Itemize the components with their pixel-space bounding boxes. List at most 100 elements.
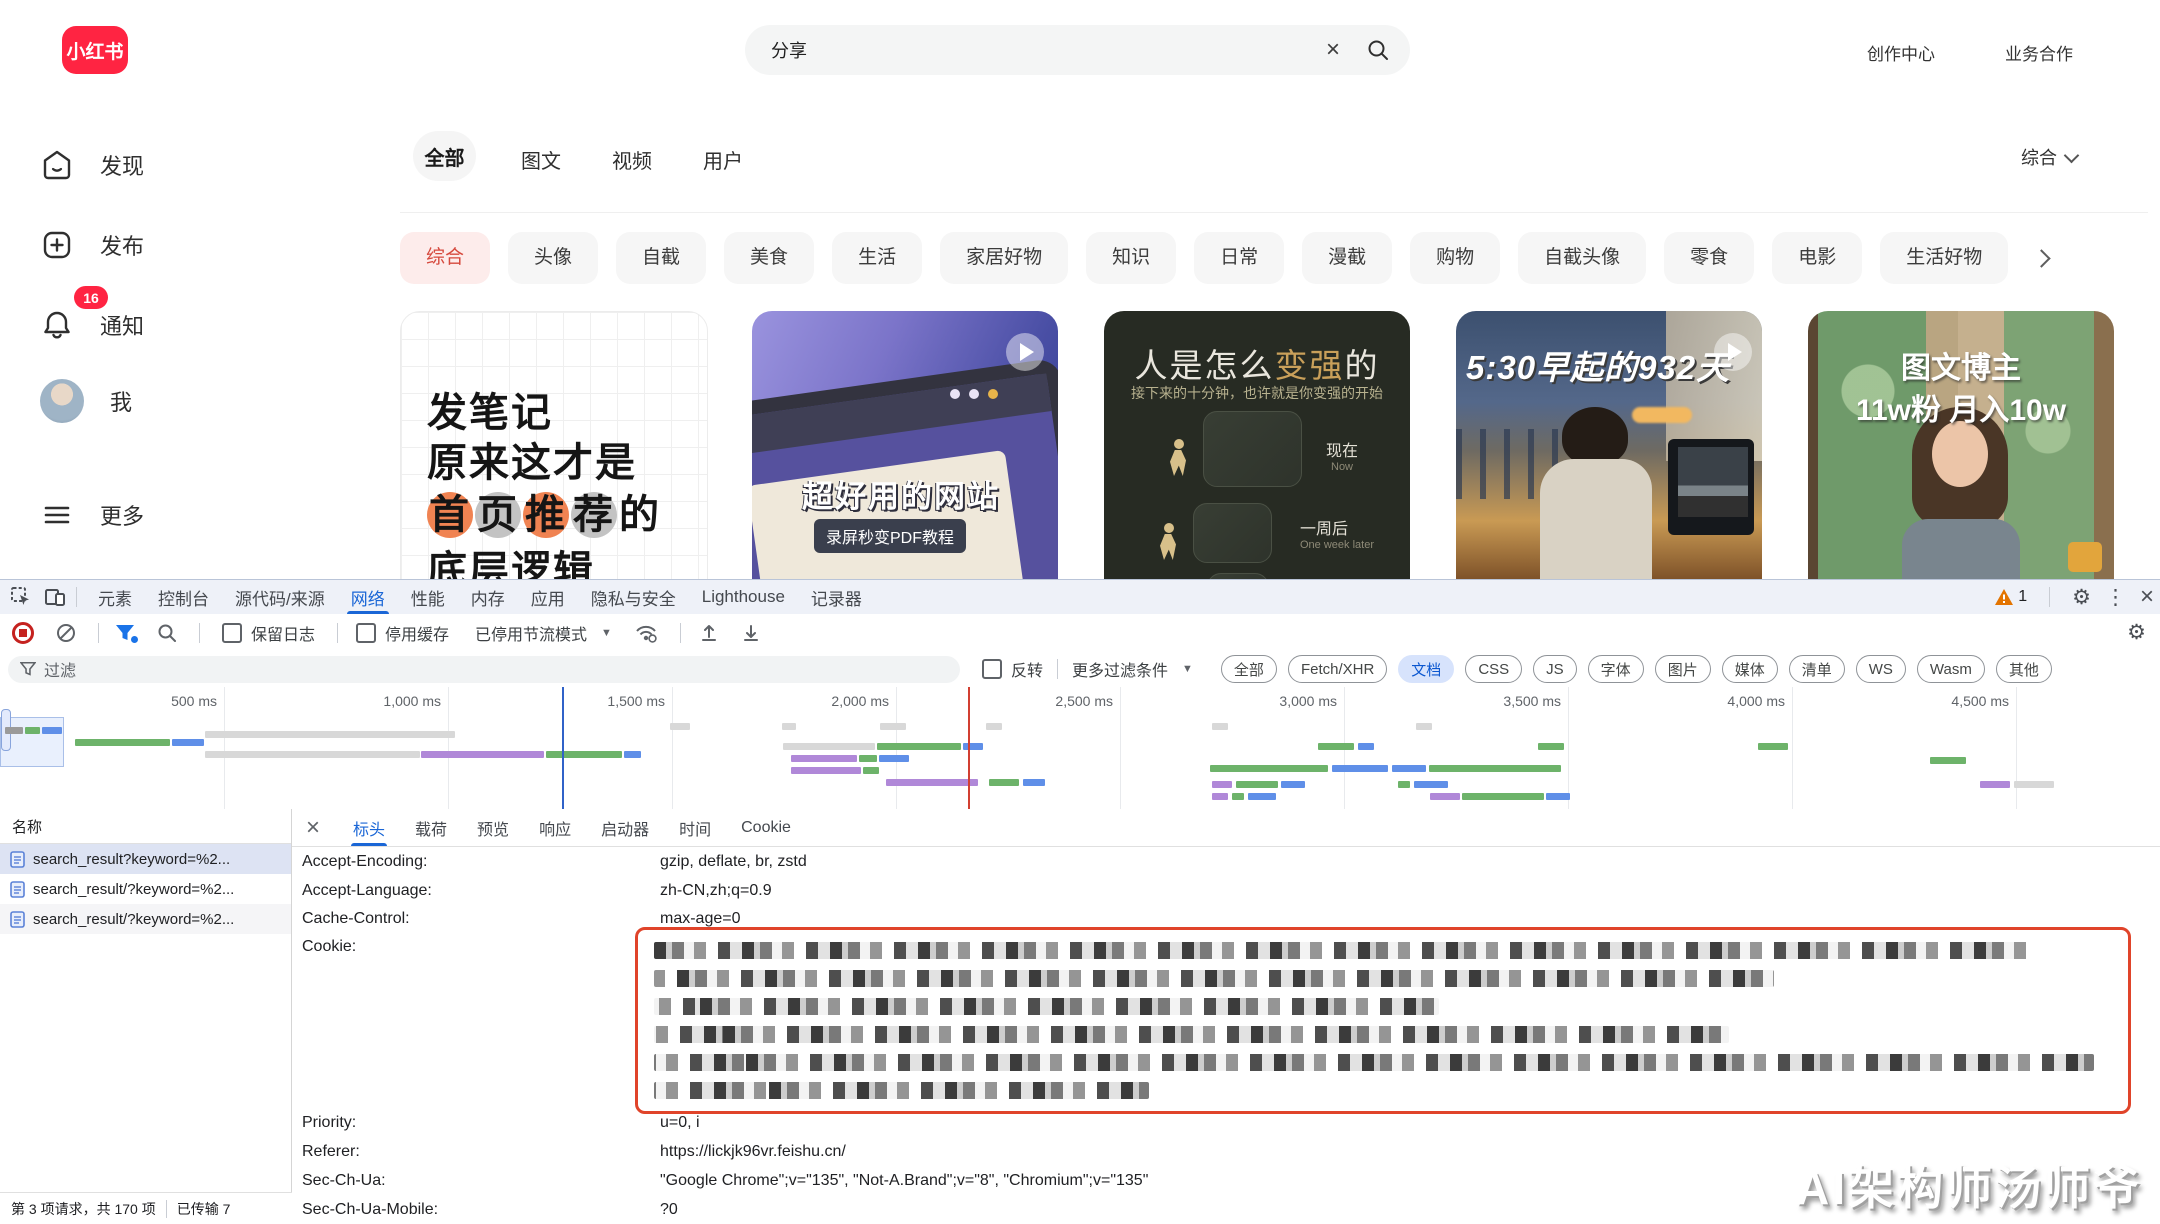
inspect-element-icon[interactable] [8,584,34,610]
devtools-tab-network[interactable]: 网络 [351,580,385,614]
filter-pill-font[interactable]: 字体 [1588,655,1644,683]
request-row[interactable]: search_result/?keyword=%2... [0,904,291,934]
filter-pill-wasm[interactable]: Wasm [1917,655,1985,683]
chip-dianying[interactable]: 电影 [1772,232,1862,284]
network-toolbar: 保留日志 停用缓存 已停用节流模式 ▼ ⚙ [0,614,2160,652]
devtools-tab-memory[interactable]: 内存 [471,580,505,614]
tab-all[interactable]: 全部 [413,131,476,181]
invert-checkbox[interactable] [982,659,1002,679]
play-icon[interactable] [1006,333,1044,371]
block-now [1203,411,1302,487]
filter-input[interactable]: 过滤 [8,656,960,683]
filter-pill-media[interactable]: 媒体 [1722,655,1778,683]
business-link[interactable]: 业务合作 [2005,40,2073,65]
import-har-icon[interactable] [699,623,719,643]
detail-tab-initiator[interactable]: 启动器 [601,809,649,846]
devtools-tab-elements[interactable]: 元素 [98,580,132,614]
waterfall-bar [1462,793,1544,800]
chip-lingshi[interactable]: 零食 [1664,232,1754,284]
chip-zonghe[interactable]: 综合 [400,232,490,284]
chip-shenghuohaowu[interactable]: 生活好物 [1880,232,2008,284]
note-card-3[interactable]: 人是怎么变强的 接下来的十分钟，也许就是你变强的开始 现在Now 一周后One … [1104,311,1410,580]
device-toolbar-icon[interactable] [42,584,68,610]
chip-shenghuo[interactable]: 生活 [832,232,922,284]
filter-pill-ws[interactable]: WS [1856,655,1906,683]
search-network-icon[interactable] [157,623,177,643]
filter-pill-manifest[interactable]: 清单 [1789,655,1845,683]
network-overview[interactable]: 500 ms1,000 ms1,500 ms2,000 ms2,500 ms3,… [0,687,2160,810]
note-card-1[interactable]: 发笔记 原来这才是 首页推荐的 底层逻辑 [400,311,708,582]
filter-pill-doc[interactable]: 文档 [1398,655,1454,683]
chip-jiaju[interactable]: 家居好物 [940,232,1068,284]
detail-tab-response[interactable]: 响应 [539,809,571,846]
request-row[interactable]: search_result/?keyword=%2... [0,874,291,904]
note-card-5[interactable]: 图文博主 11w粉 月入10w [1808,311,2114,580]
search-input[interactable]: 分享 × [745,25,1410,75]
devtools-tab-privacy[interactable]: 隐私与安全 [591,580,676,614]
tab-user[interactable]: 用户 [703,145,743,174]
tab-video[interactable]: 视频 [612,145,652,174]
disable-cache-checkbox[interactable] [356,623,376,643]
devtools-tab-application[interactable]: 应用 [531,580,565,614]
search-icon[interactable] [1366,38,1390,62]
chip-zhishi[interactable]: 知识 [1086,232,1176,284]
clear-icon[interactable] [56,623,76,643]
record-button[interactable] [12,622,34,644]
devtools-tab-sources[interactable]: 源代码/来源 [235,580,325,614]
devtools-tab-performance[interactable]: 性能 [411,580,445,614]
chip-richang[interactable]: 日常 [1194,232,1284,284]
creator-center-link[interactable]: 创作中心 [1867,40,1935,65]
filter-pill-all[interactable]: 全部 [1221,655,1277,683]
sidebar-item-me[interactable]: 我 [40,378,280,424]
chip-zijie[interactable]: 自截 [616,232,706,284]
close-icon[interactable]: × [2140,583,2154,611]
detail-tab-preview[interactable]: 预览 [477,809,509,846]
chip-zijietouxiang[interactable]: 自截头像 [1518,232,1646,284]
filter-pill-css[interactable]: CSS [1465,655,1522,683]
throttling-dropdown[interactable]: 已停用节流模式 [475,621,587,645]
close-detail-icon[interactable]: × [306,814,320,842]
xiaohongshu-logo[interactable]: 小红书 [62,26,128,74]
devtools-tab-recorder[interactable]: 记录器 [811,580,862,614]
filter-pill-img[interactable]: 图片 [1655,655,1711,683]
issues-button[interactable]: 1 [1995,588,2027,606]
preserve-log-checkbox[interactable] [222,623,242,643]
request-row[interactable]: search_result?keyword=%2... [0,844,291,874]
note-card-4[interactable]: 5:30早起的932天 [1456,311,1762,580]
gear-icon[interactable]: ⚙ [2072,585,2091,610]
filter-pill-fetch-xhr[interactable]: Fetch/XHR [1288,655,1387,683]
grid-line [672,687,673,809]
filter-pill-other[interactable]: 其他 [1996,655,2052,683]
devtools-tab-console[interactable]: 控制台 [158,580,209,614]
search-value[interactable]: 分享 [771,37,1326,63]
sidebar-item-publish[interactable]: 发布 [40,222,280,268]
chips-scroll-right-button[interactable] [2026,232,2056,284]
filter-pill-js[interactable]: JS [1533,655,1577,683]
network-conditions-icon[interactable] [634,623,658,643]
chip-touxiang[interactable]: 头像 [508,232,598,284]
filter-funnel-icon[interactable] [115,624,135,642]
chip-gouwu[interactable]: 购物 [1410,232,1500,284]
sidebar-item-notifications[interactable]: 通知 [40,302,280,348]
clear-search-icon[interactable]: × [1326,36,1340,64]
network-settings-gear-icon[interactable]: ⚙ [2127,620,2146,645]
sidebar-item-more[interactable]: 更多 [40,492,280,538]
detail-tab-payload[interactable]: 载荷 [415,809,447,846]
redacted-cookie-value [654,1054,2094,1071]
tab-image-text[interactable]: 图文 [521,145,561,174]
note-card-2[interactable]: 超好用的网站 录屏秒变PDF教程 [752,311,1058,580]
devtools-tab-lighthouse[interactable]: Lighthouse [702,580,785,614]
detail-tab-timing[interactable]: 时间 [679,809,711,846]
detail-tab-cookie[interactable]: Cookie [741,809,791,846]
kebab-menu-icon[interactable]: ⋮ [2105,585,2126,610]
request-list-header[interactable]: 名称 [0,809,291,844]
detail-tab-headers[interactable]: 标头 [353,809,385,846]
sidebar-item-discover[interactable]: 发现 [40,142,280,188]
chip-meishi[interactable]: 美食 [724,232,814,284]
chip-manjie[interactable]: 漫截 [1302,232,1392,284]
more-filters-dropdown[interactable]: 更多过滤条件 [1072,657,1168,681]
play-icon[interactable] [1714,333,1752,371]
export-har-icon[interactable] [741,623,761,643]
waterfall-bar [791,767,861,774]
sort-dropdown[interactable]: 综合 [2021,144,2077,170]
